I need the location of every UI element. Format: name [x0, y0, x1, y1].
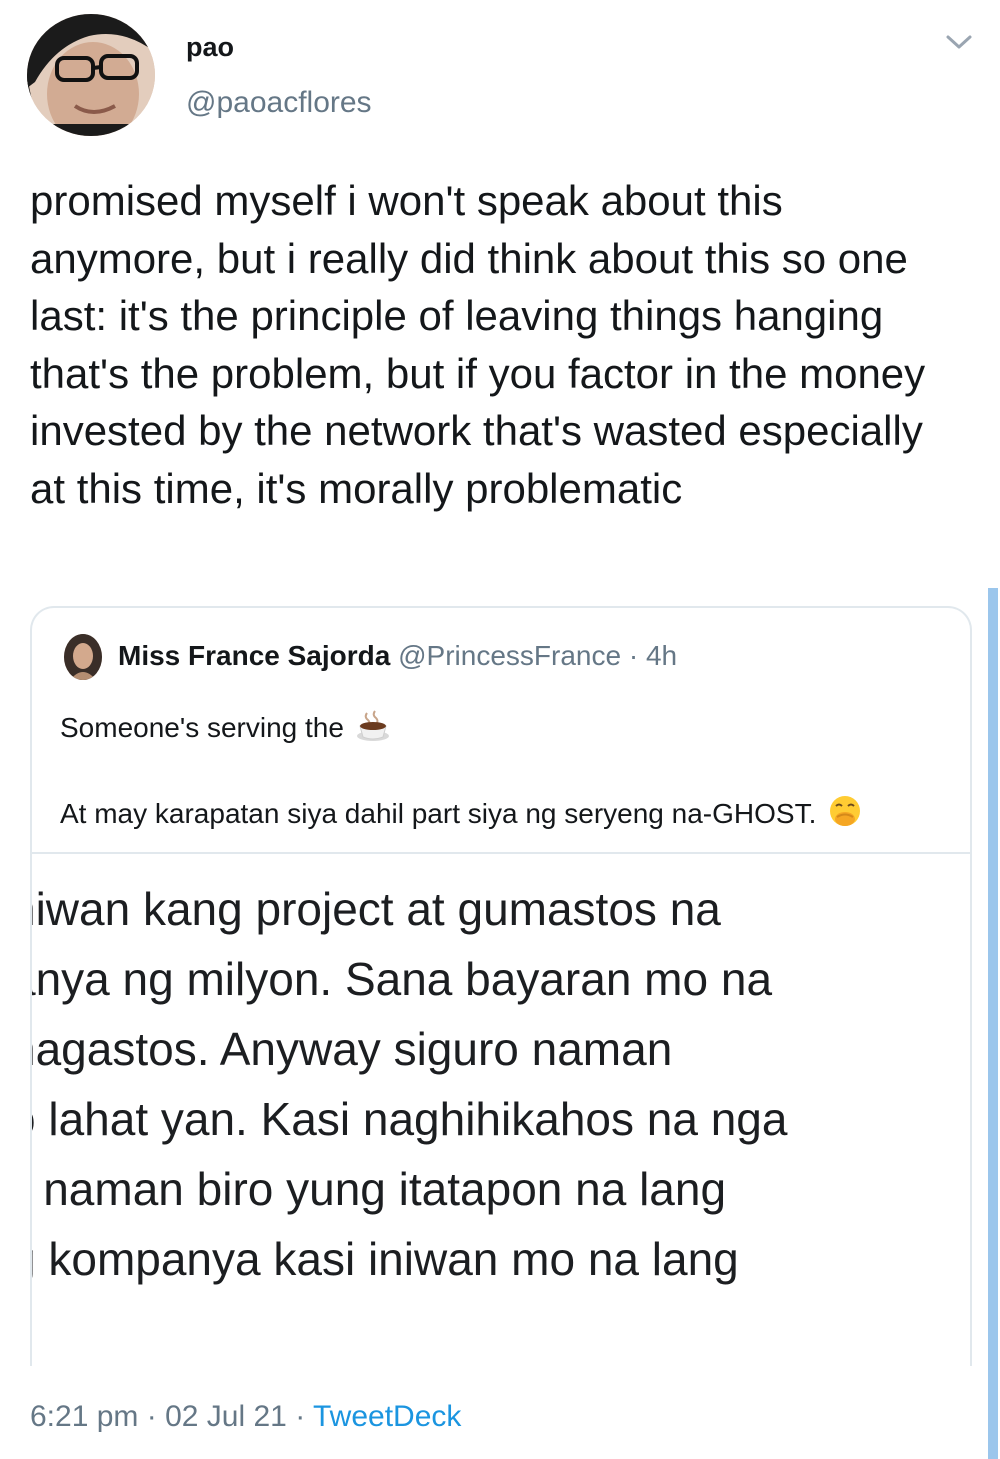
quoted-tweet-header: Miss France Sajorda @PrincessFrance · 4h	[118, 640, 677, 672]
header-separator: ·	[628, 640, 639, 671]
tweet-timestamp[interactable]: 6:21 pm	[30, 1400, 138, 1433]
quoted-text-line-1-text: Someone's serving the	[60, 711, 344, 743]
chevron-down-icon[interactable]	[942, 30, 976, 54]
author-avatar[interactable]	[27, 14, 155, 136]
scrollbar[interactable]	[988, 588, 998, 1459]
media-text-line: anya ng milyon. Sana bayaran mo na	[32, 953, 773, 1005]
quoted-text-line-2: At may karapatan siya dahil part siya ng…	[60, 795, 862, 836]
media-text-line: nagastos. Anyway siguro naman	[32, 1023, 673, 1075]
quoted-tweet-time[interactable]: 4h	[646, 640, 677, 671]
quoted-tweet-card[interactable]: Miss France Sajorda @PrincessFrance · 4h…	[30, 606, 972, 1366]
media-text-line: li naman biro yung itatapon na lang	[32, 1163, 727, 1215]
footer-separator: ·	[295, 1400, 306, 1433]
tweet-text: promised myself i won't speak about this…	[30, 177, 926, 512]
tweet-date[interactable]: 02 Jul 21	[165, 1400, 287, 1433]
quoted-text-line-1: Someone's serving the	[60, 710, 390, 749]
quoted-author-avatar[interactable]	[64, 634, 102, 680]
tweet-client-link[interactable]: TweetDeck	[313, 1400, 461, 1433]
footer-separator: ·	[146, 1400, 157, 1433]
hand-over-mouth-emoji-icon	[828, 795, 862, 836]
media-text-line: o lahat yan. Kasi naghihikahos na nga	[32, 1093, 788, 1145]
author-display-name[interactable]: pao	[186, 32, 234, 63]
author-handle[interactable]: @paoacflores	[186, 86, 372, 120]
hot-beverage-icon	[356, 710, 390, 749]
media-text-line: niwan kang project at gumastos na	[32, 883, 721, 935]
media-text-line: ɡ kompanya kasi iniwan mo na lang	[32, 1233, 739, 1285]
tweet-footer: 6:21 pm · 02 Jul 21 · TweetDeck	[30, 1400, 461, 1434]
quoted-text-line-2-text: At may karapatan siya dahil part siya ng…	[60, 797, 817, 829]
quoted-author-handle[interactable]: @PrincessFrance	[398, 640, 621, 671]
quoted-author-name[interactable]: Miss France Sajorda	[118, 640, 390, 671]
quoted-media-screenshot[interactable]: niwan kang project at gumastos na anya n…	[32, 852, 970, 1366]
